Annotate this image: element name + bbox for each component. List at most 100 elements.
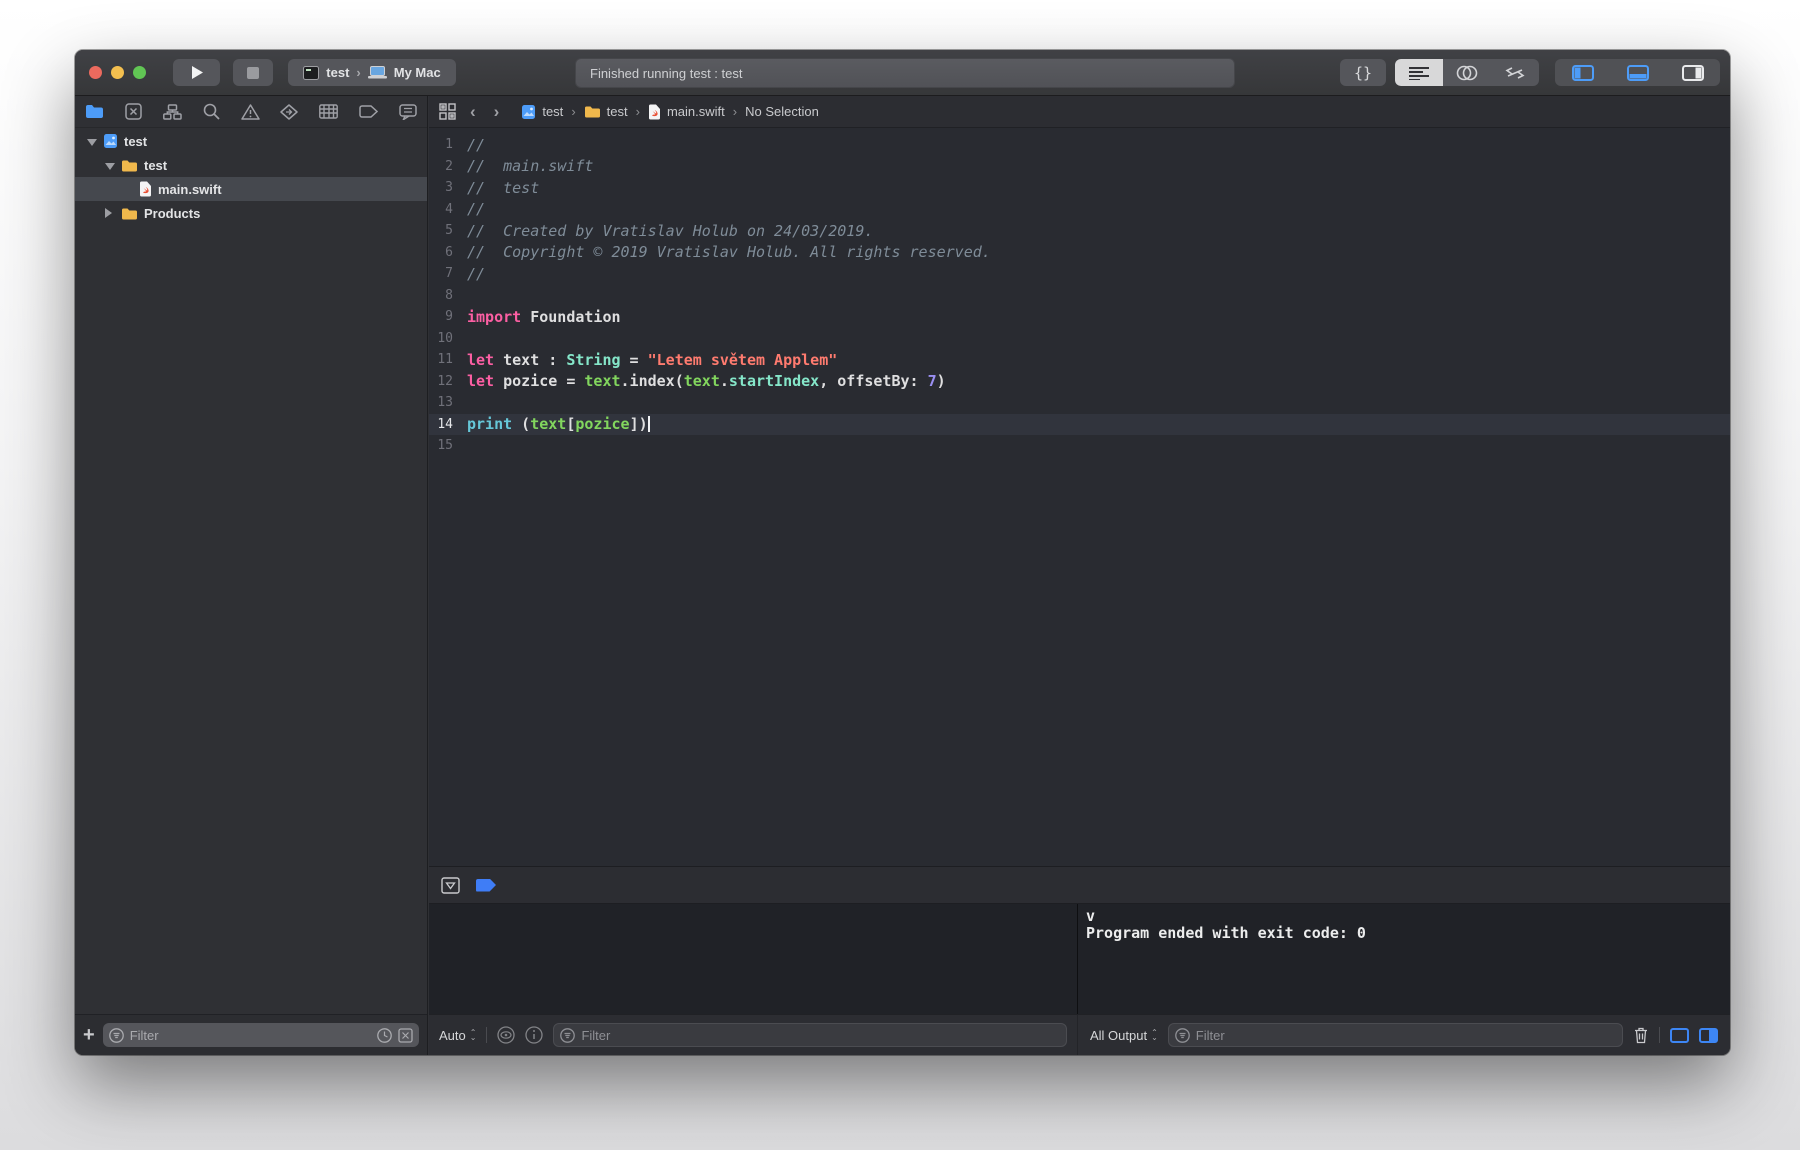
code-line-15[interactable]: 15: [429, 435, 1730, 457]
debug-navigator-icon[interactable]: [319, 104, 339, 119]
close-window-button[interactable]: [89, 66, 102, 79]
breadcrumb-label: test: [542, 104, 564, 119]
code-line-13[interactable]: 13: [429, 392, 1730, 414]
line-number: 9: [445, 309, 453, 325]
source-control-navigator-icon[interactable]: [125, 103, 142, 120]
swift-icon: [139, 181, 152, 197]
line-number: 14: [437, 416, 453, 432]
standard-editor-button[interactable]: [1395, 59, 1443, 86]
variables-filter-input[interactable]: Filter: [553, 1023, 1067, 1047]
scheme-target-label: test: [326, 65, 350, 80]
code-line-2[interactable]: 2 // main.swift: [429, 156, 1730, 178]
tree-item-test[interactable]: test: [75, 129, 427, 153]
hide-debug-area-icon[interactable]: [441, 876, 460, 894]
filter-icon: [108, 1027, 124, 1043]
code-text: // Copyright © 2019 Vratislav Holub. All…: [467, 243, 991, 262]
swift-icon: [648, 104, 661, 120]
console-line: Program ended with exit code: 0: [1086, 924, 1366, 942]
line-number: 13: [437, 395, 453, 411]
version-editor-button[interactable]: [1491, 59, 1539, 86]
show-variables-view-button[interactable]: [1670, 1027, 1689, 1043]
variables-view-bar: Auto ⌃ ⌄ Filter: [429, 1015, 1078, 1055]
tree-item-label: test: [144, 157, 168, 173]
variables-scope-popup[interactable]: Auto ⌃ ⌄: [439, 1028, 476, 1043]
line-number: 8: [445, 287, 453, 303]
line-number: 3: [445, 180, 453, 196]
add-item-button[interactable]: +: [83, 1025, 95, 1045]
console-filter-input[interactable]: Filter: [1167, 1023, 1623, 1047]
console-output-popup[interactable]: All Output ⌃ ⌄: [1090, 1028, 1158, 1043]
disclosure-triangle-icon[interactable]: [105, 162, 115, 170]
play-icon: [190, 65, 204, 80]
code-text: //: [467, 264, 486, 283]
divider: [486, 1027, 488, 1043]
debug-bottom-bar: Auto ⌃ ⌄ Filter All Output ⌃ ⌄ Filter: [429, 1014, 1730, 1055]
tree-item-main-swift[interactable]: main.swift: [75, 177, 427, 201]
code-line-9[interactable]: 9 import Foundation: [429, 306, 1730, 328]
right-panel-icon: [1681, 64, 1704, 81]
project-navigator-icon[interactable]: [85, 104, 104, 119]
show-console-view-button[interactable]: [1699, 1027, 1718, 1043]
variables-view[interactable]: [429, 904, 1078, 1014]
tree-item-products[interactable]: Products: [75, 201, 427, 225]
folder-icon: [121, 207, 138, 220]
destination-mac-icon: [367, 66, 387, 79]
issue-navigator-icon[interactable]: [240, 103, 260, 120]
toggle-navigator-panel-button[interactable]: [1555, 59, 1610, 86]
source-control-status-icon[interactable]: [398, 1027, 413, 1043]
clear-console-trash-icon[interactable]: [1633, 1026, 1649, 1044]
breadcrumb: test › test › main.swift › No Selection: [521, 104, 819, 120]
code-line-3[interactable]: 3 // test: [429, 177, 1730, 199]
breadcrumb-item-test[interactable]: test: [584, 104, 628, 119]
search-navigator-icon[interactable]: [203, 103, 220, 120]
disclosure-triangle-icon[interactable]: [105, 208, 115, 218]
code-line-11[interactable]: 11 let text : String = "Letem světem Appl…: [429, 349, 1730, 371]
info-icon[interactable]: [525, 1026, 544, 1044]
library-button[interactable]: {}: [1340, 59, 1386, 86]
quicklook-eye-icon[interactable]: [497, 1026, 516, 1044]
code-line-7[interactable]: 7 //: [429, 263, 1730, 285]
report-navigator-icon[interactable]: [399, 103, 417, 120]
project-file-tree: test test main.swift Products: [75, 129, 427, 1014]
stop-icon: [247, 66, 259, 79]
code-line-6[interactable]: 6 // Copyright © 2019 Vratislav Holub. Al…: [429, 242, 1730, 264]
breakpoint-navigator-icon[interactable]: [359, 105, 379, 118]
line-number: 6: [445, 244, 453, 260]
console-output[interactable]: v Program ended with exit code: 0: [1078, 904, 1730, 1014]
forward-button[interactable]: ›: [490, 102, 504, 122]
minimize-window-button[interactable]: [111, 66, 124, 79]
source-code-editor[interactable]: 1 // 2 // main.swift 3 // test 4 // 5 // Created …: [429, 128, 1730, 866]
back-button[interactable]: ‹: [466, 102, 480, 122]
breadcrumb-separator: ›: [571, 104, 576, 119]
tree-item-test[interactable]: test: [75, 153, 427, 177]
disclosure-triangle-icon[interactable]: [87, 138, 97, 146]
code-line-8[interactable]: 8: [429, 285, 1730, 307]
breadcrumb-item-no-selection[interactable]: No Selection: [745, 104, 819, 119]
navigator-filter-input[interactable]: Filter: [102, 1023, 419, 1047]
code-line-10[interactable]: 10: [429, 328, 1730, 350]
line-number: 11: [437, 352, 453, 368]
assistant-editor-button[interactable]: [1443, 59, 1491, 86]
recent-files-clock-icon[interactable]: [377, 1027, 392, 1043]
symbol-navigator-icon[interactable]: [162, 103, 182, 120]
stop-button[interactable]: [233, 59, 273, 86]
updown-chevron-icon: ⌃ ⌄: [1151, 1028, 1158, 1042]
code-line-1[interactable]: 1 //: [429, 134, 1730, 156]
breadcrumb-item-main-swift[interactable]: main.swift: [648, 104, 725, 120]
code-line-4[interactable]: 4 //: [429, 199, 1730, 221]
toggle-debug-panel-button[interactable]: [1610, 59, 1665, 86]
breakpoints-toggle-icon[interactable]: [476, 878, 496, 892]
breadcrumb-item-test[interactable]: test: [521, 104, 563, 120]
run-button[interactable]: [173, 59, 220, 86]
test-navigator-icon[interactable]: [280, 103, 299, 120]
code-line-12[interactable]: 12 let pozice = text.index(text.startInde…: [429, 371, 1730, 393]
scheme-selector[interactable]: test › My Mac: [288, 59, 456, 86]
code-text: // Created by Vratislav Holub on 24/03/2…: [467, 221, 874, 240]
code-line-14[interactable]: 14 print (text[pozice]): [429, 413, 1730, 435]
breadcrumb-label: No Selection: [745, 104, 819, 119]
code-line-5[interactable]: 5 // Created by Vratislav Holub on 24/03/…: [429, 220, 1730, 242]
related-items-icon[interactable]: [439, 103, 456, 120]
navigator-filter-bar: + Filter: [75, 1014, 427, 1055]
toggle-inspector-panel-button[interactable]: [1665, 59, 1720, 86]
zoom-window-button[interactable]: [133, 66, 146, 79]
